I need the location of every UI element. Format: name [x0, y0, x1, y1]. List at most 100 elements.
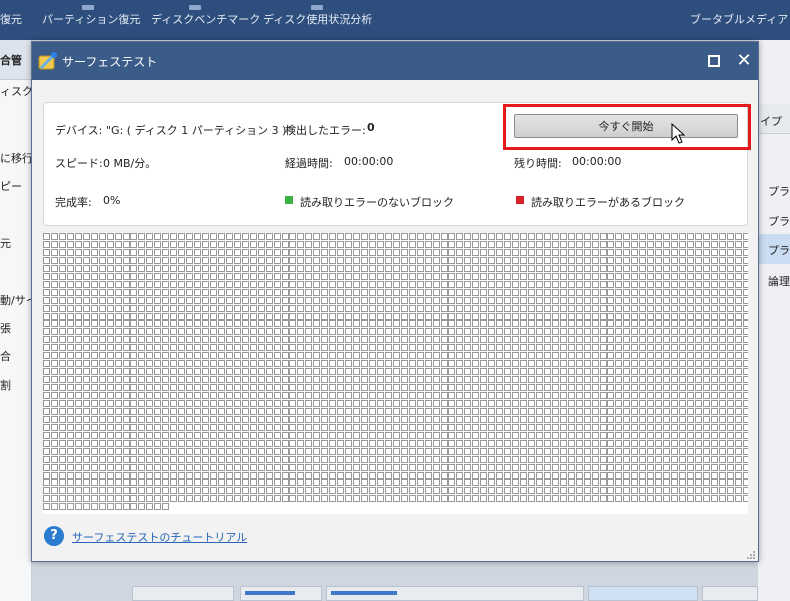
left-panel-item[interactable]: に移行 [0, 150, 31, 166]
disk-block [138, 328, 146, 336]
toolbar-disk-benchmark[interactable]: ディスクベンチマーク [151, 5, 260, 27]
left-panel-item[interactable]: ィスク [0, 83, 31, 99]
disk-block [440, 447, 448, 455]
disk-block [130, 415, 138, 423]
toolbar-partition-recovery[interactable]: パーティション復元 [42, 5, 140, 27]
left-panel-item[interactable]: 動/サイ [0, 292, 31, 308]
disk-block [194, 463, 202, 471]
disk-block [567, 240, 575, 248]
disk-block [257, 336, 265, 344]
disk-block [202, 304, 209, 312]
disk-block [217, 240, 225, 248]
disk-block [575, 376, 583, 384]
disk-block [162, 368, 170, 376]
disk-block [408, 455, 416, 463]
disk-block [543, 455, 551, 463]
disk-block [631, 328, 639, 336]
disk-block [313, 328, 321, 336]
disk-block [583, 479, 591, 487]
disk-block [106, 233, 114, 240]
disk-block [257, 344, 265, 352]
disk-block [671, 280, 679, 288]
disk-block [249, 407, 257, 415]
disk-block [488, 455, 496, 463]
left-panel-item[interactable]: 合 [0, 348, 11, 364]
disk-block [520, 264, 527, 272]
close-button[interactable]: ✕ [734, 51, 754, 71]
disk-block [599, 447, 607, 455]
disk-block [448, 439, 456, 447]
disk-block [400, 399, 408, 407]
disk-block [225, 392, 233, 399]
disk-block [202, 392, 209, 399]
disk-block [329, 439, 337, 447]
tutorial-link[interactable]: サーフェステストのチュートリアル [72, 529, 247, 545]
help-icon[interactable]: ? [44, 526, 64, 546]
toolbar-bootable-media[interactable]: ブータブルメディア [690, 11, 788, 27]
disk-block [694, 463, 702, 471]
disk-block [702, 368, 710, 376]
partition-row-selected[interactable]: プライ [758, 234, 790, 264]
disk-block [400, 479, 408, 487]
disk-block [74, 431, 82, 439]
disk-block [376, 399, 384, 407]
toolbar-restore[interactable]: 復元 [0, 11, 22, 27]
disk-block [297, 344, 305, 352]
disk-block [663, 312, 671, 320]
disk-block [448, 487, 456, 495]
disk-block [432, 487, 440, 495]
disk-block [615, 431, 623, 439]
disk-block [710, 264, 718, 272]
disk-block [440, 296, 448, 304]
disk-block [416, 487, 424, 495]
disk-block [138, 376, 146, 384]
disk-block [249, 463, 257, 471]
disk-block [472, 288, 480, 296]
disk-map-block[interactable] [702, 586, 758, 601]
disk-map-block[interactable] [132, 586, 234, 601]
disk-block [575, 399, 583, 407]
left-panel-item[interactable]: 元 [0, 235, 11, 251]
left-panel-item[interactable]: 張 [0, 320, 11, 336]
disk-block [663, 304, 671, 312]
disk-block [416, 272, 424, 280]
disk-block [702, 463, 710, 471]
disk-block [122, 240, 130, 248]
toolbar-label: 復元 [0, 13, 22, 26]
disk-block [297, 328, 305, 336]
disk-block [504, 296, 512, 304]
disk-block [90, 407, 98, 415]
disk-block [440, 320, 448, 328]
disk-map-block[interactable] [240, 586, 322, 601]
disk-block [591, 392, 599, 399]
disk-block [170, 312, 178, 320]
partition-row[interactable]: 論理 [758, 265, 790, 295]
disk-block [329, 320, 337, 328]
left-panel-item[interactable]: ピー [0, 178, 22, 194]
usage-fill [245, 591, 295, 595]
disk-block [368, 233, 376, 240]
toolbar-space-analyzer[interactable]: ディスク使用状況分析 [263, 5, 372, 27]
disk-block [43, 423, 50, 431]
disk-map-block[interactable] [326, 586, 584, 601]
start-now-button[interactable]: 今すぐ開始 [514, 114, 738, 138]
disk-block [353, 248, 361, 256]
disk-block [448, 280, 456, 288]
partition-row[interactable]: プライ [758, 175, 790, 205]
disk-block [106, 336, 114, 344]
dialog-titlebar[interactable]: サーフェステスト ✕ [32, 42, 758, 80]
left-panel-item[interactable]: 割 [0, 377, 11, 393]
resize-grip-icon[interactable] [746, 550, 756, 560]
partition-row[interactable]: プライ [758, 205, 790, 235]
disk-block [615, 360, 623, 368]
disk-block [448, 312, 456, 320]
disk-block [130, 479, 138, 487]
disk-block [591, 431, 599, 439]
disk-block [488, 431, 496, 439]
disk-block [496, 264, 504, 272]
disk-block [217, 376, 225, 384]
disk-block [345, 233, 353, 240]
maximize-button[interactable] [704, 51, 724, 71]
disk-map-block-selected[interactable] [588, 586, 698, 601]
disk-block [488, 320, 496, 328]
